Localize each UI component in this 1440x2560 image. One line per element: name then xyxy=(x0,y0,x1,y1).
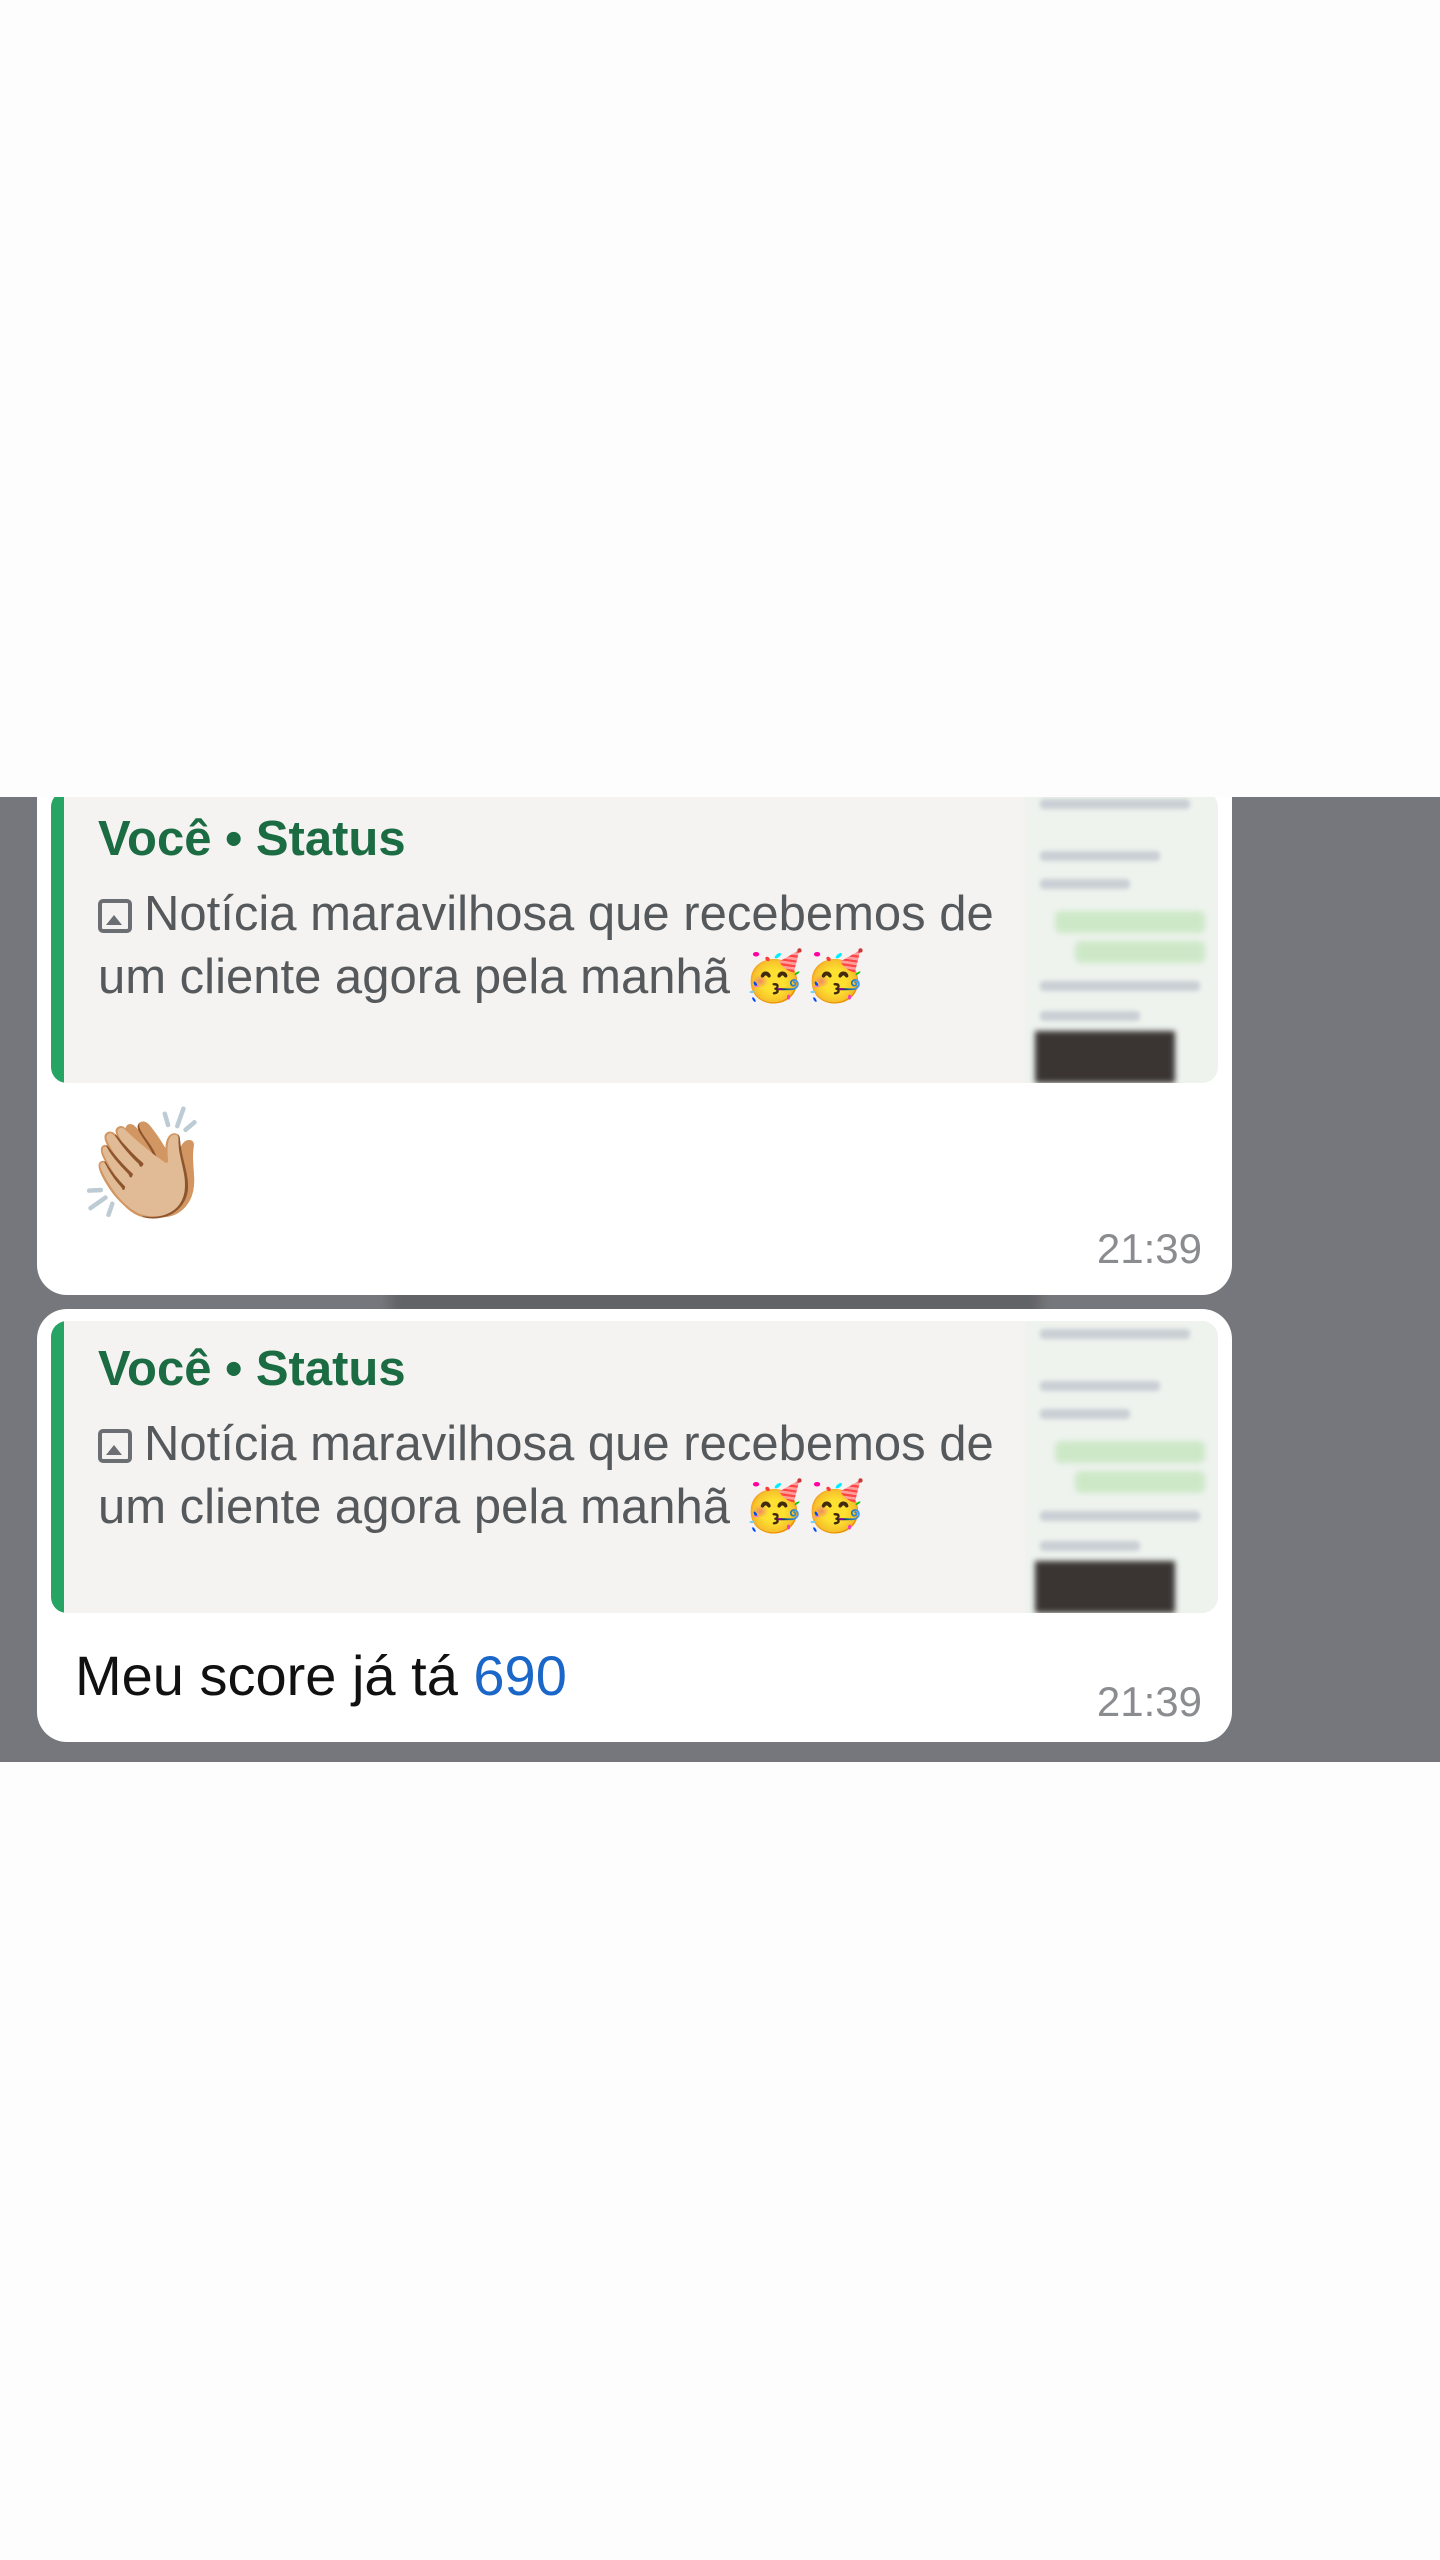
message-text: Meu score já tá 690 xyxy=(75,1643,567,1708)
status-thumbnail[interactable] xyxy=(1025,1321,1218,1613)
quoted-status-reply[interactable]: Você • Status Notícia maravilhosa que re… xyxy=(51,797,1218,1083)
message-time: 21:39 xyxy=(1096,1678,1202,1725)
quote-accent-bar xyxy=(51,797,64,1083)
message-bubble[interactable]: Você • Status Notícia maravilhosa que re… xyxy=(37,1309,1232,1742)
chat-area[interactable]: Você • Status Notícia maravilhosa que re… xyxy=(0,797,1440,1762)
image-icon xyxy=(98,899,132,933)
message-body: Meu score já tá xyxy=(75,1644,474,1707)
thumbnail-dark-area xyxy=(1035,1561,1175,1613)
quote-author: Você • Status xyxy=(98,812,406,866)
message-time: 21:39 xyxy=(1096,1225,1202,1272)
thumbnail-dark-area xyxy=(1035,1031,1175,1083)
status-thumbnail[interactable] xyxy=(1025,797,1218,1083)
quote-text: Notícia maravilhosa que recebemos de um … xyxy=(98,1417,994,1534)
screenshot-page: Você • Status Notícia maravilhosa que re… xyxy=(0,0,1440,2560)
quote-author: Você • Status xyxy=(98,1342,406,1396)
message-bubble[interactable]: Você • Status Notícia maravilhosa que re… xyxy=(37,797,1232,1295)
phone-number-link[interactable]: 690 xyxy=(473,1644,566,1707)
quoted-status-reply[interactable]: Você • Status Notícia maravilhosa que re… xyxy=(51,1321,1218,1613)
clapping-hands-emoji: 👏🏼 xyxy=(77,1105,214,1228)
quote-text-block: Notícia maravilhosa que recebemos de um … xyxy=(98,883,998,1009)
quote-text-block: Notícia maravilhosa que recebemos de um … xyxy=(98,1413,998,1539)
quote-accent-bar xyxy=(51,1321,64,1613)
image-icon xyxy=(98,1429,132,1463)
quote-text: Notícia maravilhosa que recebemos de um … xyxy=(98,887,994,1004)
